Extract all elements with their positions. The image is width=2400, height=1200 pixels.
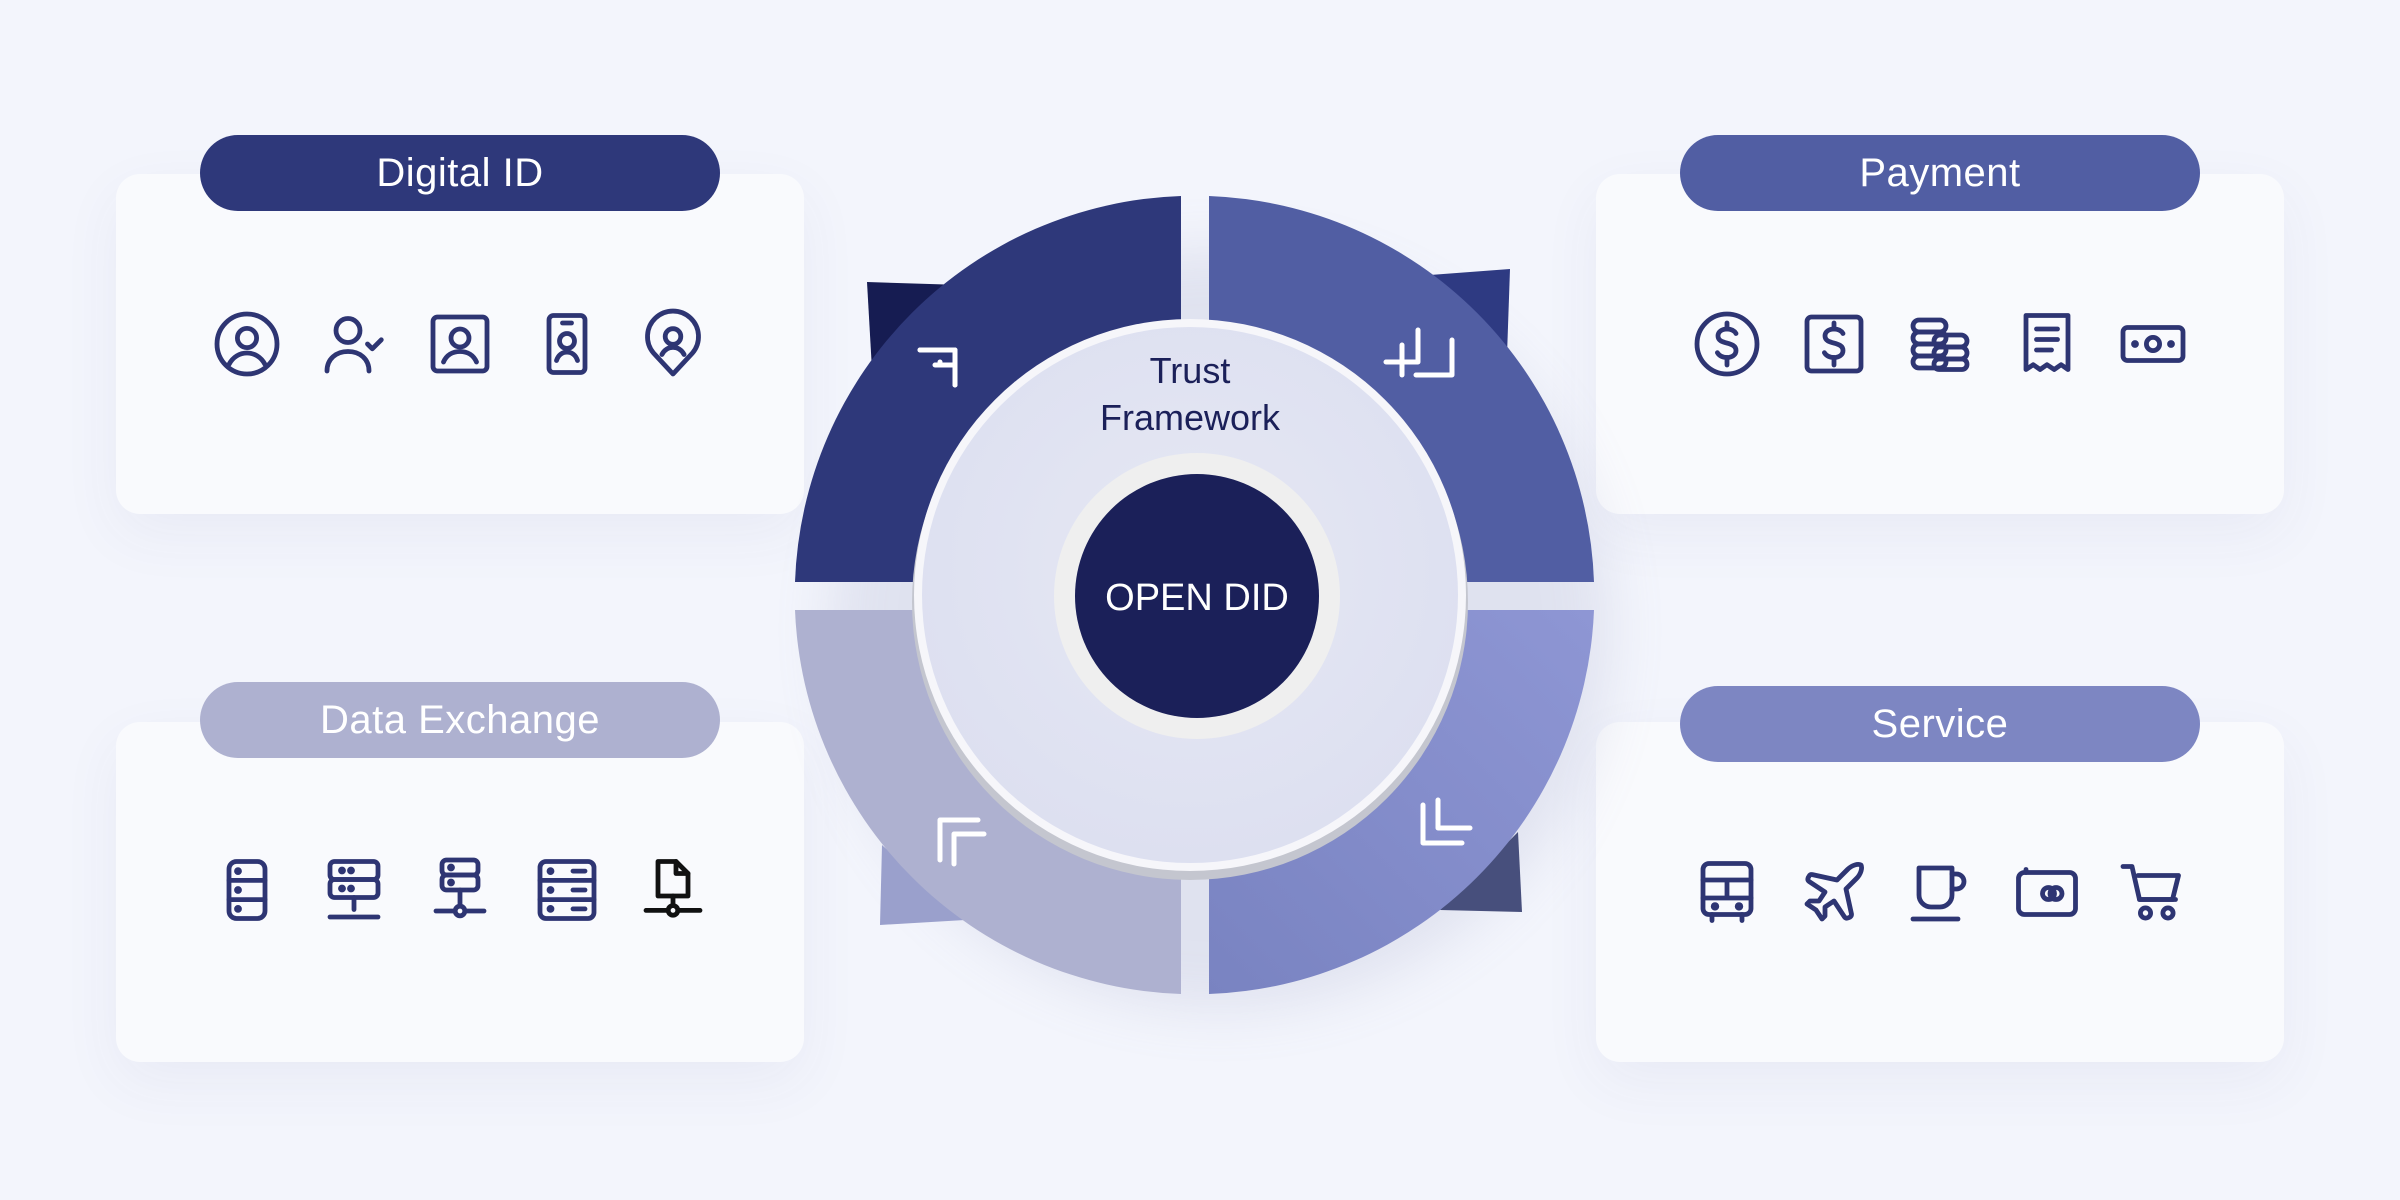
trust-framework-label-line2: Framework bbox=[1100, 397, 1281, 438]
diagram-canvas: Digital ID Payment Data Exchange Service… bbox=[0, 0, 2400, 1200]
core-label: OPEN DID bbox=[1105, 577, 1289, 619]
open-did-diagram: Trust Framework OPEN DID bbox=[795, 196, 1610, 1010]
trust-framework-label-line1: Trust bbox=[1150, 350, 1231, 391]
